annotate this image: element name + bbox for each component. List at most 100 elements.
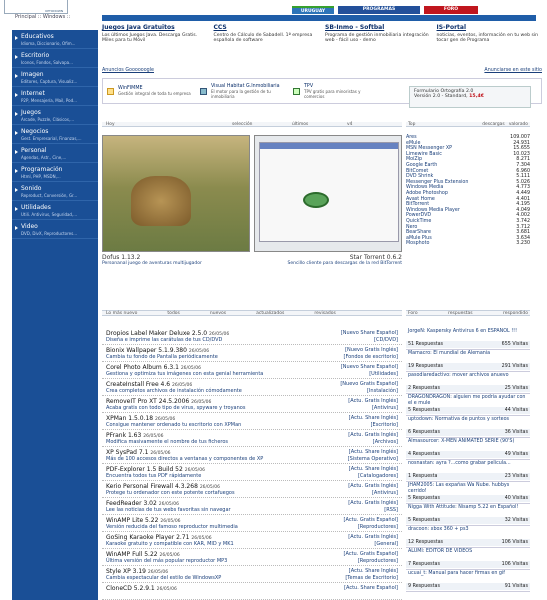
program-title[interactable]: XPMan 1.5.0.18 xyxy=(106,415,153,422)
sidebar-item-sub[interactable]: DVD, DivX, Reproductores... xyxy=(21,231,94,236)
ads-link-right[interactable]: Anunciarse en este sitio xyxy=(484,68,542,74)
list-tab[interactable]: nuevos xyxy=(210,311,226,316)
program-name[interactable]: WinAMP Lite 5.22 26/05/06 xyxy=(106,517,181,524)
foro-question[interactable]: dracoon: xbox 360 + ps3 xyxy=(406,526,530,539)
sidebar-item-title[interactable]: Educativos xyxy=(21,33,94,40)
foro-question[interactable]: JHAM2005: Las expañas Wa Nube. hubbys ce… xyxy=(406,482,530,495)
program-license[interactable]: [Actu. Gratis Inglés] xyxy=(348,432,398,438)
program-name[interactable]: CreateInstall Free 4.6 26/05/06 xyxy=(106,381,192,388)
program-license[interactable]: [Nuevo Gratis Inglés] xyxy=(345,347,398,353)
foro-question[interactable]: pasodiaredactivo: mover archivos anuevo xyxy=(406,372,530,385)
program-license[interactable]: [Actu. Gratis Español] xyxy=(344,517,398,523)
foro-question[interactable]: Almasourcer: X-MEN ANIMATED SERIE (90'S) xyxy=(406,438,530,451)
program-name[interactable]: RemoveIT Pro XT 24.5.2006 26/05/06 xyxy=(106,398,211,405)
ad-item[interactable]: Juegos Java Gratuitos Los últimos Juegos … xyxy=(102,24,208,68)
program-license[interactable]: [Actu. Gratis Inglés] xyxy=(348,500,398,506)
program-license[interactable]: [Actu. Gratis Español] xyxy=(344,551,398,557)
foro-question[interactable]: Nigga With Attitude: Nisamp 5.22 en Espa… xyxy=(406,504,530,517)
sidebar-item[interactable]: Internet P2P, Mensajería, Mail, Pod... xyxy=(12,87,98,106)
list-tab[interactable]: revisados xyxy=(314,311,336,316)
sidebar-item-title[interactable]: Utilidades xyxy=(21,204,94,211)
foro-question[interactable]: DRAGONDRAGON: alguien me podría ayudar c… xyxy=(406,394,530,407)
sidebar-item[interactable]: Utilidades Utili. Antivirus, Seguridad,..… xyxy=(12,201,98,220)
program-title[interactable]: WinAMP Full 5.22 xyxy=(106,551,158,558)
sidebar-item-sub[interactable]: Agendas, Astr., Cine,... xyxy=(21,155,94,160)
program-category[interactable]: [Archivos] xyxy=(373,439,398,445)
sidebar-item-title[interactable]: Imagen xyxy=(21,71,94,78)
program-license[interactable]: [Nuevo Share Español] xyxy=(341,330,398,336)
ad-title[interactable]: CCS xyxy=(214,24,320,32)
sidebar-item-sub[interactable]: P2P, Mensajería, Mail, Pod... xyxy=(21,98,94,103)
sidebar-item-title[interactable]: Video xyxy=(21,223,94,230)
tab-foro[interactable]: FORO xyxy=(424,6,478,14)
program-category[interactable]: [CD/DVD] xyxy=(374,337,398,343)
ad-title[interactable]: Juegos Java Gratuitos xyxy=(102,24,208,32)
sidebar-item-sub[interactable]: Html, PHP, MSDN,... xyxy=(21,174,94,179)
program-category[interactable]: [Temas de Escritorio] xyxy=(345,575,398,581)
sidebar-item-sub[interactable]: Idioma, Diccionario, Ofim... xyxy=(21,41,94,46)
sidebar-item[interactable]: Sonido Reproduct, Conversión, Gr... xyxy=(12,182,98,201)
program-name[interactable]: Bionix Wallpaper 5.1.9.380 26/05/06 xyxy=(106,347,209,354)
sidebar-item[interactable]: Educativos Idioma, Diccionario, Ofim... xyxy=(12,30,98,49)
ad-title[interactable]: IS-Portal xyxy=(437,24,543,32)
program-title[interactable]: XP SysPad 7.1 xyxy=(106,449,148,456)
shot-dofus[interactable]: Dofus 1.13.2 Personanal juego de aventur… xyxy=(102,135,250,266)
program-name[interactable]: CloneCD 5.2.9.1 26/05/06 xyxy=(106,585,177,592)
top-row[interactable]: Mosphoto 3.230 xyxy=(406,241,530,247)
program-title[interactable]: Bionix Wallpaper 5.1.9.380 xyxy=(106,347,187,354)
promo-item[interactable]: TPV TPV gratis para minoristas y comercio… xyxy=(304,84,382,99)
startorrent-screenshot[interactable] xyxy=(254,135,402,252)
program-license[interactable]: [Nuevo Share Español] xyxy=(341,364,398,370)
sidebar-item-title[interactable]: Juegos xyxy=(21,109,94,116)
sidebar-item[interactable]: Personal Agendas, Astr., Cine,... xyxy=(12,144,98,163)
program-name[interactable]: XP SysPad 7.1 26/05/06 xyxy=(106,449,171,456)
program-category[interactable]: [Reproductores] xyxy=(358,558,398,564)
program-category[interactable]: [Instalación] xyxy=(367,388,398,394)
program-name[interactable]: Style XP 3.19 26/05/06 xyxy=(106,568,168,575)
foro-question[interactable]: ALUMI: EDITOR DE VIDEOS xyxy=(406,548,530,561)
promo-item[interactable]: WinFIMME Gestión integral de toda tu empr… xyxy=(118,86,196,96)
sidebar-item-sub[interactable]: Gest. Empresarial, Finanzas,... xyxy=(21,136,94,141)
program-name[interactable]: GoSing Karaoke Player 2.71 26/05/06 xyxy=(106,534,212,541)
sidebar-item-title[interactable]: Internet xyxy=(21,90,94,97)
program-title[interactable]: RemoveIT Pro XT 24.5.2006 xyxy=(106,398,189,405)
program-name[interactable]: PFrank 1.63 26/05/06 xyxy=(106,432,163,439)
breadcrumb[interactable]: Principal :: Windows :: xyxy=(15,14,70,20)
site-logo[interactable]: UPTODOWN xyxy=(4,0,68,14)
ad-item[interactable]: SB-Inmo - Softbal Programa de gestión inm… xyxy=(325,24,431,68)
program-category[interactable]: [Antivirus] xyxy=(372,490,398,496)
program-category[interactable]: [General] xyxy=(374,541,398,547)
tab-programas[interactable]: PROGRAMAS xyxy=(338,6,420,14)
list-tab[interactable]: todos xyxy=(167,311,179,316)
program-license[interactable]: [Actu. Gratis Inglés] xyxy=(348,483,398,489)
program-name[interactable]: Corel Photo Album 6.3.1 26/05/06 xyxy=(106,364,201,371)
program-title[interactable]: WinAMP Lite 5.22 xyxy=(106,517,158,524)
program-name[interactable]: FeedReader 3.02 26/05/06 xyxy=(106,500,179,507)
program-category[interactable]: [Escritorio] xyxy=(371,422,398,428)
program-name[interactable]: XPMan 1.5.0.18 26/05/06 xyxy=(106,415,175,422)
hoy-tab[interactable]: últimos xyxy=(292,122,347,127)
program-category[interactable]: [Fondos de escritorio] xyxy=(344,354,399,360)
program-title[interactable]: GoSing Karaoke Player 2.71 xyxy=(106,534,189,541)
ad-item[interactable]: CCS Centro de Cálculo de Sabadell. 1ª emp… xyxy=(214,24,320,68)
sidebar-item[interactable]: Escritorio Iconos, Fondos, Salvapa... xyxy=(12,49,98,68)
ads-link-left[interactable]: Anuncios Goooooogle xyxy=(102,68,154,74)
program-title[interactable]: Style XP 3.19 xyxy=(106,568,146,575)
foro-tab[interactable]: respondido xyxy=(503,311,528,316)
program-title[interactable]: FeedReader 3.02 xyxy=(106,500,157,507)
list-tab[interactable]: actualizados xyxy=(256,311,284,316)
program-category[interactable]: [Catalogadores] xyxy=(358,473,398,479)
foro-tab[interactable]: respuestas xyxy=(448,311,473,316)
program-title[interactable]: Dropios Label Maker Deluxe 2.5.0 xyxy=(106,330,207,337)
top-tab[interactable]: descargas xyxy=(482,122,504,127)
program-title[interactable]: PDF-Explorer 1.5 Build 52 xyxy=(106,466,183,473)
program-category[interactable]: [RSS] xyxy=(384,507,398,513)
sidebar-item[interactable]: Imagen Editores, Captura, Visualiz... xyxy=(12,68,98,87)
program-title[interactable]: CreateInstall Free 4.6 xyxy=(106,381,170,388)
sidebar-item[interactable]: Programación Html, PHP, MSDN,... xyxy=(12,163,98,182)
program-title[interactable]: Kerio Personal Firewall 4.3.268 xyxy=(106,483,198,490)
foro-question[interactable]: JorgeN: Kaspersky Antivirus 6 en ESPAÑOL… xyxy=(406,328,530,341)
program-title[interactable]: CloneCD 5.2.9.1 xyxy=(106,585,155,592)
ortografia-box[interactable]: Formulario Ortografía 2.0 Versión 2.0 - … xyxy=(409,86,531,108)
program-license[interactable]: [Actu. Gratis Inglés] xyxy=(348,398,398,404)
